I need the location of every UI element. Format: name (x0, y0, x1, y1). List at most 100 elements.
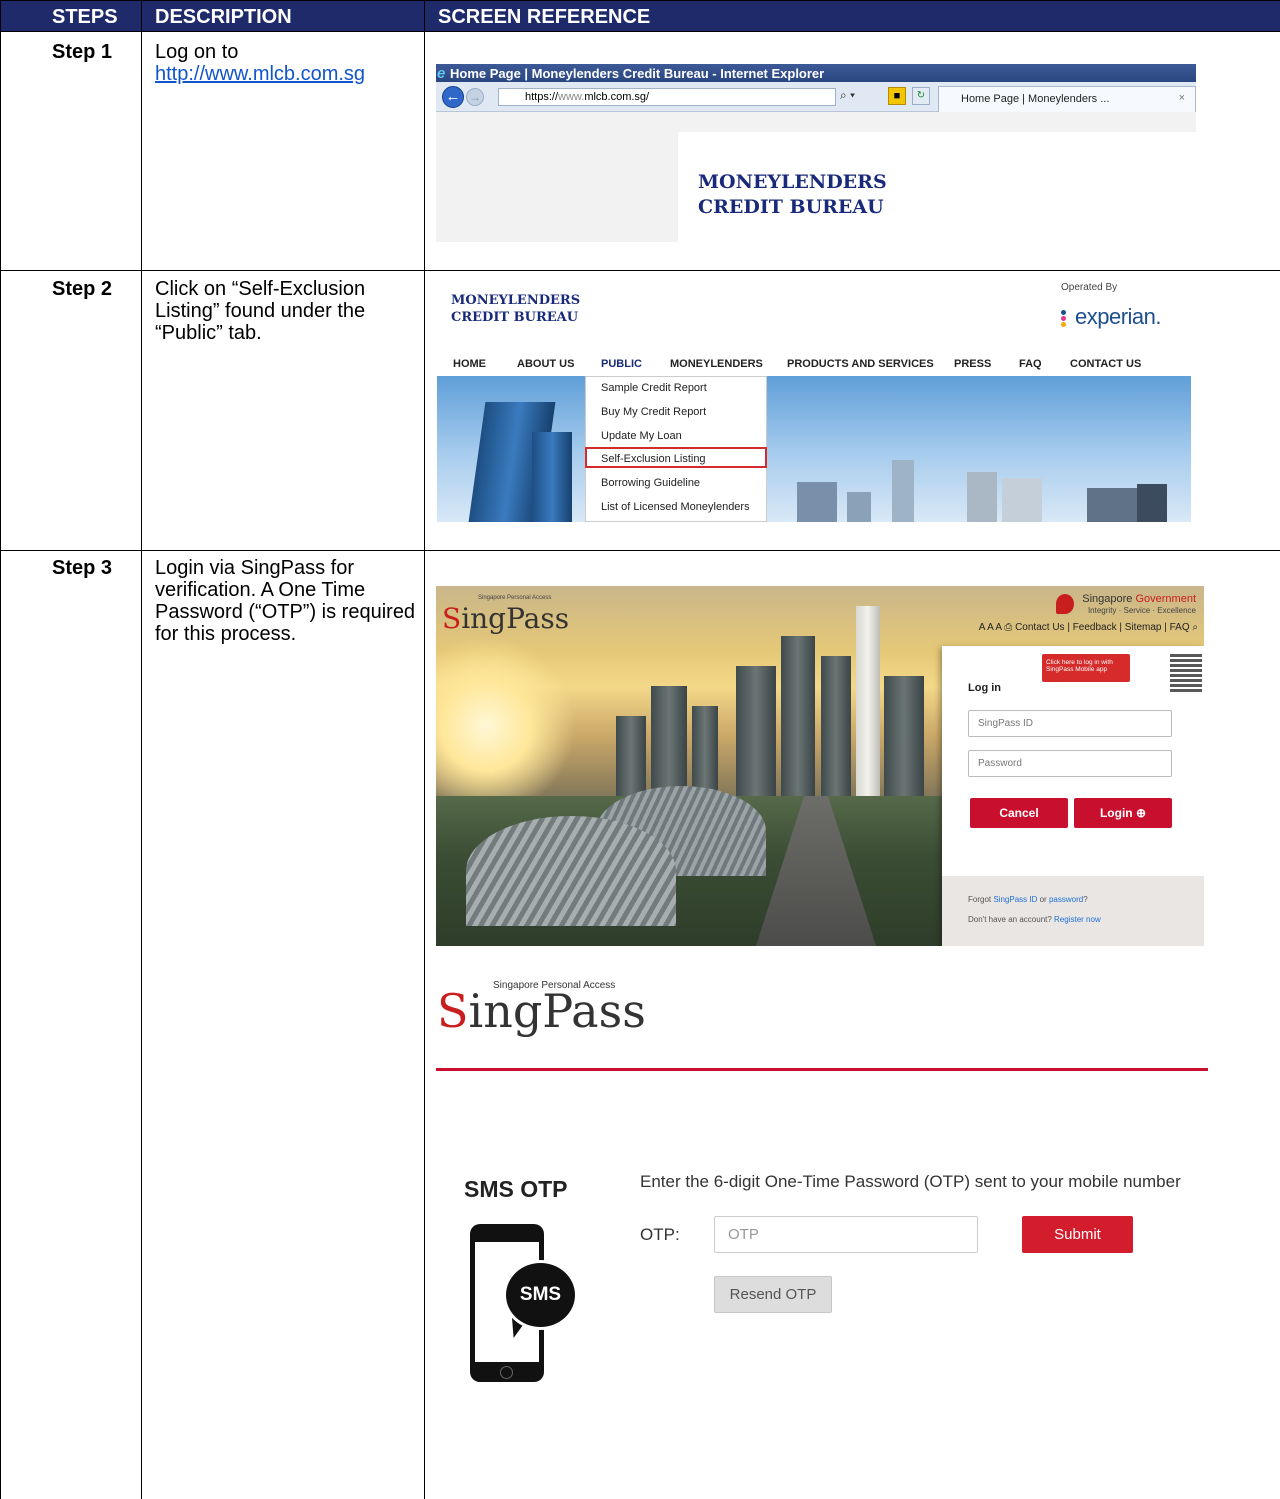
register-now-link[interactable]: Register now (1054, 915, 1101, 924)
nav-press[interactable]: PRESS (954, 358, 991, 370)
step-2-description: Click on “Self-Exclusion Listing” found … (155, 278, 366, 344)
gov-motto: Integrity · Service · Excellence (1087, 606, 1196, 615)
submit-button[interactable]: Submit (1022, 1216, 1133, 1253)
table-header-row: STEPS DESCRIPTION SCREEN REFERENCE (0, 0, 1280, 31)
row-divider-2 (0, 550, 1280, 551)
lion-head-icon (1056, 594, 1074, 614)
qr-code-icon[interactable] (1170, 652, 1202, 692)
qr-login-tooltip[interactable]: Click here to log in with SingPass Mobil… (1042, 654, 1130, 682)
singpass-id-input[interactable]: SingPass ID (968, 710, 1172, 737)
table-divider-2 (424, 0, 425, 1499)
step-3-description: Login via SingPass for verification. A O… (155, 557, 416, 645)
skyline-building (847, 492, 871, 522)
nav-public[interactable]: PUBLIC (601, 358, 642, 370)
skyline-building (1087, 488, 1137, 522)
header-steps: STEPS (52, 6, 118, 28)
skyline-building (821, 656, 851, 796)
mlcb-url-link[interactable]: http://www.mlcb.com.sg (155, 63, 365, 85)
forward-arrow-icon[interactable]: → (466, 88, 484, 106)
login-button[interactable]: Login ⊕ (1074, 798, 1172, 828)
experian-dots-icon (1061, 309, 1073, 328)
table-divider-1 (141, 0, 142, 1499)
skyline-building (797, 482, 837, 522)
hero-skyline-image (437, 376, 1191, 522)
refresh-icon[interactable]: ↻ (912, 87, 930, 105)
nav-about-us[interactable]: ABOUT US (517, 358, 574, 370)
sunset-glow (436, 636, 576, 816)
skyline-building (884, 676, 924, 796)
address-scheme: https:// (525, 91, 559, 103)
mlcb-page-logo-line2: CREDIT BUREAU (698, 196, 884, 218)
nav-home[interactable]: HOME (453, 358, 486, 370)
skyline-building (967, 472, 997, 522)
forgot-prefix: Forgot (968, 895, 994, 904)
browser-title-bar: e Home Page | Moneylenders Credit Bureau… (436, 64, 1196, 82)
address-bar[interactable]: https://www.mlcb.com.sg/ (498, 88, 836, 106)
menu-item-update-my-loan[interactable]: Update My Loan (601, 430, 682, 442)
step-1-desc-text: Log on to (155, 41, 239, 63)
address-domain: mlcb.com.sg/ (584, 91, 650, 103)
menu-item-buy-my-credit-report[interactable]: Buy My Credit Report (601, 406, 706, 418)
header-screen-reference: SCREEN REFERENCE (438, 6, 651, 28)
menu-item-borrowing-guideline[interactable]: Borrowing Guideline (601, 477, 700, 489)
login-heading: Log in (968, 682, 1001, 694)
singpass-wordmark: SingPass (442, 602, 569, 635)
search-dropdown-icon[interactable]: ⌕ ▾ (840, 88, 855, 103)
browser-screenshot: e Home Page | Moneylenders Credit Bureau… (436, 64, 1196, 242)
forgot-singpass-id-link[interactable]: SingPass ID (993, 895, 1037, 904)
otp-instruction: Enter the 6-digit One-Time Password (OTP… (640, 1172, 1181, 1191)
step-2-label: Step 2 (52, 278, 113, 300)
singpass-logo-rest: ingPass (461, 602, 570, 635)
menu-item-sample-credit-report[interactable]: Sample Credit Report (601, 382, 707, 394)
experian-dot (1061, 315, 1066, 321)
singpass-logo-large: Singapore Personal Access SingPass (437, 978, 737, 1050)
nav-faq[interactable]: FAQ (1019, 358, 1042, 370)
main-nav: HOME ABOUT US PUBLIC MONEYLENDERS PRODUC… (437, 350, 1191, 376)
experian-wordmark: experian. (1075, 304, 1162, 329)
table-border-left (0, 0, 1, 1499)
close-tab-icon[interactable]: × (1179, 92, 1185, 104)
back-arrow-icon[interactable]: ← (442, 86, 464, 108)
resend-otp-button[interactable]: Resend OTP (714, 1276, 832, 1313)
singapore-government-logo: Singapore Government Integrity · Service… (1082, 594, 1196, 616)
login-card: Click here to log in with SingPass Mobil… (942, 646, 1204, 946)
mlcb-logo-line1: MONEYLENDERS (451, 293, 581, 308)
phone-home-button (500, 1366, 513, 1379)
forgot-or: or (1037, 895, 1049, 904)
login-card-footer: Forgot SingPass ID or password? Don't ha… (942, 876, 1204, 946)
header-description: DESCRIPTION (155, 6, 292, 28)
skyline-building (616, 716, 646, 796)
nav-moneylenders[interactable]: MONEYLENDERS (670, 358, 763, 370)
row-divider-1 (0, 270, 1280, 271)
otp-label: OTP: (640, 1225, 680, 1244)
cancel-button[interactable]: Cancel (970, 798, 1068, 828)
nav-contact-us[interactable]: CONTACT US (1070, 358, 1141, 370)
nav-products-and-services[interactable]: PRODUCTS AND SERVICES (787, 358, 934, 370)
singpass-login-screenshot: Singapore Personal Access SingPass Singa… (436, 586, 1204, 946)
mlcb-logo[interactable]: MONEYLENDERS CREDIT BUREAU (451, 292, 580, 326)
skyline-building (692, 706, 718, 796)
operated-by-label: Operated By (1061, 282, 1118, 293)
browser-window-title: Home Page | Moneylenders Credit Bureau -… (450, 66, 825, 81)
browser-tab[interactable]: Home Page | Moneylenders ... × (938, 86, 1196, 112)
singpass-tagline: Singapore Personal Access (478, 595, 552, 601)
skyline-building (856, 606, 880, 796)
skyline-building (1137, 484, 1167, 522)
experian-dot (1061, 321, 1066, 327)
otp-input[interactable]: OTP (714, 1216, 978, 1253)
lock-icon[interactable]: ■ (888, 87, 906, 105)
menu-item-licensed-moneylenders[interactable]: List of Licensed Moneylenders (601, 501, 750, 513)
table-header-divider (0, 31, 1280, 32)
ie-logo-icon: e (437, 65, 446, 82)
sms-bubble-icon: SMS (503, 1260, 578, 1330)
gov-name-b: Government (1135, 593, 1196, 605)
password-input[interactable]: Password (968, 750, 1172, 777)
mlcb-page-logo-line1: MONEYLENDERS (698, 171, 887, 193)
browser-toolbar: ← → https://www.mlcb.com.sg/ ⌕ ▾ ■ ↻ Hom… (436, 82, 1196, 112)
table-border-top (0, 0, 1280, 1)
singpass-logo-rest-large: ingPass (468, 984, 646, 1038)
top-utility-links[interactable]: A A A ⎙ Contact Us | Feedback | Sitemap … (979, 622, 1198, 633)
skyline-building (736, 666, 776, 796)
forgot-password-link[interactable]: password (1049, 895, 1083, 904)
skyline-building (892, 460, 914, 522)
